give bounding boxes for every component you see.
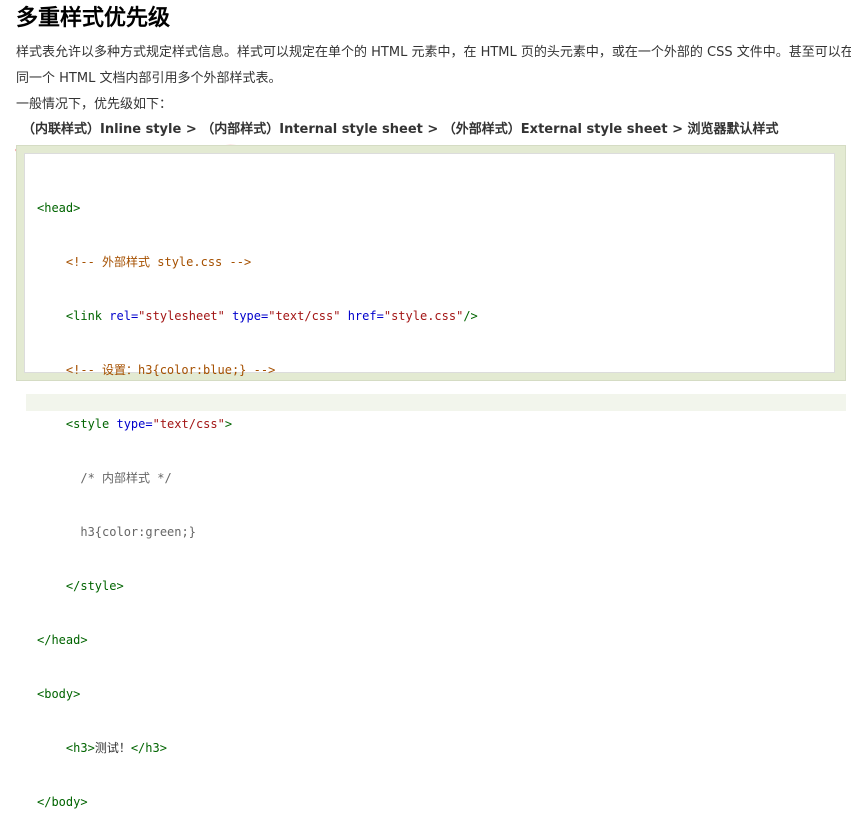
code-line: /* 内部样式 */ (80, 471, 172, 485)
code-example-box: <head> <!-- 外部样式 style.css --> <link rel… (24, 153, 835, 809)
code-line: <link rel="stylesheet" type="text/css" h… (65, 309, 478, 323)
code-line: </style> (65, 579, 124, 593)
intro-paragraph-line-1: 样式表允许以多种方式规定样式信息。样式可以规定在单个的 HTML 元素中，在 H… (16, 45, 851, 60)
page-title: 多重样式优先级 (16, 6, 171, 31)
code-line: <h3>测试！</h3> (65, 741, 167, 755)
code-line: <!-- 外部样式 style.css --> (65, 255, 252, 269)
code-line: <style type="text/css"> (65, 417, 233, 431)
intro-paragraph-line-2: 同一个 HTML 文档内部引用多个外部样式表。 (16, 71, 282, 86)
code-block: <head> <!-- 外部样式 style.css --> <link rel… (37, 163, 478, 822)
code-line: <!-- 设置：h3{color:blue;} --> (65, 363, 276, 377)
code-example-panel: <head> <!-- 外部样式 style.css --> <link rel… (16, 145, 846, 809)
priority-intro-text: 一般情况下，优先级如下： (16, 97, 173, 112)
priority-order-text: （内联样式）Inline style > （内部样式）Internal styl… (22, 122, 779, 137)
code-line: <body> (37, 687, 81, 701)
code-line: <head> (37, 201, 81, 215)
code-line: </head> (37, 633, 88, 647)
code-line: </body> (37, 795, 88, 809)
next-section-panel (26, 394, 846, 411)
code-line: h3{color:green;} (80, 525, 196, 539)
